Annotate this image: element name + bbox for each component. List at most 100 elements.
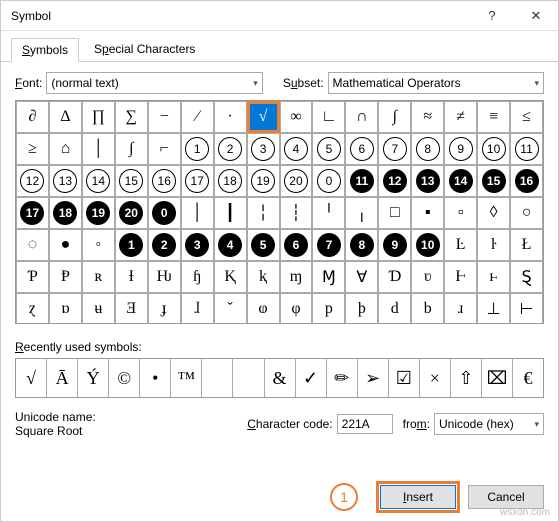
recent-symbol[interactable]: • [140,359,171,397]
from-select[interactable]: Unicode (hex) ▾ [434,413,544,435]
symbol-cell[interactable]: b [411,293,444,324]
recent-symbol[interactable]: ⌧ [482,359,513,397]
symbol-cell[interactable]: ⌂ [49,133,82,165]
symbol-cell[interactable]: ⌐ [148,133,181,165]
symbol-cell[interactable]: Ɨ [115,261,148,293]
cancel-button[interactable]: Cancel [468,485,544,509]
symbol-cell[interactable]: ˇ [214,293,247,324]
symbol-cell[interactable]: 15 [115,165,148,197]
symbol-cell[interactable]: ɱ [280,261,313,293]
symbol-cell[interactable]: ▫ [444,197,477,229]
symbol-cell[interactable]: 17 [181,165,214,197]
symbol-cell[interactable]: ┃ [214,197,247,229]
recent-symbol[interactable] [233,359,264,397]
symbol-cell[interactable]: 9 [378,229,411,261]
symbol-cell[interactable]: 1 [181,133,214,165]
symbol-cell[interactable]: 0 [148,197,181,229]
symbol-cell[interactable]: 15 [477,165,510,197]
symbol-cell[interactable]: ∏ [82,101,115,133]
symbol-cell[interactable]: 19 [82,197,115,229]
symbol-cell[interactable]: Ƕ [148,261,181,293]
help-button[interactable]: ? [470,1,514,31]
symbol-cell[interactable]: √ [247,101,280,133]
recent-symbol[interactable]: ☑ [389,359,420,397]
symbol-cell[interactable]: 18 [214,165,247,197]
symbol-cell[interactable]: 4 [214,229,247,261]
recent-symbol[interactable]: ™ [171,359,202,397]
symbol-cell[interactable]: Ɱ [312,261,345,293]
symbol-cell[interactable]: ≡ [477,101,510,133]
symbol-cell[interactable]: ʋ [411,261,444,293]
symbol-cell[interactable]: │ [82,133,115,165]
symbol-cell[interactable]: 14 [444,165,477,197]
symbol-cell[interactable]: ɧ [181,261,214,293]
symbol-cell[interactable]: 6 [345,133,378,165]
symbol-cell[interactable]: Ǝ [115,293,148,324]
close-button[interactable]: ✕ [514,1,558,31]
insert-button[interactable]: Insert [380,485,456,509]
symbol-cell[interactable]: ◊ [477,197,510,229]
symbol-cell[interactable]: ≥ [16,133,49,165]
recent-symbol[interactable]: Ᾱ [47,359,78,397]
symbol-cell[interactable]: p [312,293,345,324]
symbol-cell[interactable]: │ [181,197,214,229]
recent-symbol[interactable]: € [513,359,543,397]
symbol-cell[interactable]: ○ [510,197,543,229]
symbol-cell[interactable]: Ⱪ [214,261,247,293]
symbol-cell[interactable]: Ł [510,229,543,261]
symbol-cell[interactable]: ◦ [82,229,115,261]
symbol-cell[interactable]: ┆ [280,197,313,229]
symbol-cell[interactable]: ʉ [82,293,115,324]
symbol-cell[interactable]: 7 [378,133,411,165]
symbol-cell[interactable]: 16 [148,165,181,197]
symbol-cell[interactable]: 7 [312,229,345,261]
symbol-cell[interactable]: ∫ [378,101,411,133]
symbol-cell[interactable]: ∫ [115,133,148,165]
symbol-cell[interactable]: þ [345,293,378,324]
symbol-cell[interactable]: ɹ [444,293,477,324]
symbol-cell[interactable]: ⊥ [477,293,510,324]
symbol-cell[interactable]: ɟ [148,293,181,324]
symbol-cell[interactable]: ╵ [312,197,345,229]
symbol-cell[interactable]: ● [49,229,82,261]
symbol-cell[interactable]: 3 [181,229,214,261]
symbol-cell[interactable]: Ɗ [378,261,411,293]
symbol-cell[interactable]: 4 [280,133,313,165]
tab-special-characters[interactable]: Special Characters [83,37,206,61]
symbol-cell[interactable]: 6 [280,229,313,261]
symbol-cell[interactable]: ⱷ [247,293,280,324]
symbol-cell[interactable]: 2 [148,229,181,261]
symbol-cell[interactable]: 20 [115,197,148,229]
recent-symbol[interactable]: √ [16,359,47,397]
symbol-cell[interactable]: ∙ [214,101,247,133]
symbol-cell[interactable]: Ŀ [444,229,477,261]
symbol-cell[interactable]: Ȿ [510,261,543,293]
symbol-cell[interactable]: ≈ [411,101,444,133]
symbol-cell[interactable]: 0 [312,165,345,197]
symbol-cell[interactable]: 18 [49,197,82,229]
symbol-cell[interactable]: 20 [280,165,313,197]
symbol-cell[interactable]: ╷ [345,197,378,229]
symbol-cell[interactable]: ∩ [345,101,378,133]
symbol-cell[interactable]: 14 [82,165,115,197]
recent-symbol[interactable]: ➢ [358,359,389,397]
symbol-cell[interactable]: 2 [214,133,247,165]
symbol-cell[interactable]: ∆ [49,101,82,133]
symbol-cell[interactable]: ╎ [247,197,280,229]
symbol-cell[interactable]: 17 [16,197,49,229]
recent-symbol[interactable] [202,359,233,397]
symbol-cell[interactable]: ∟ [312,101,345,133]
symbol-cell[interactable]: 11 [510,133,543,165]
symbol-cell[interactable]: ▪ [411,197,444,229]
symbol-cell[interactable]: φ [280,293,313,324]
symbol-cell[interactable]: ∑ [115,101,148,133]
symbol-cell[interactable]: ɀ [16,293,49,324]
symbol-cell[interactable]: ⱪ [247,261,280,293]
symbol-cell[interactable]: ɺ [181,293,214,324]
symbol-cell[interactable]: ⊢ [510,293,543,324]
charcode-input[interactable] [337,414,393,434]
symbol-cell[interactable]: 1 [115,229,148,261]
symbol-cell[interactable]: 8 [345,229,378,261]
recent-symbol[interactable]: & [265,359,296,397]
symbol-cell[interactable]: 10 [477,133,510,165]
